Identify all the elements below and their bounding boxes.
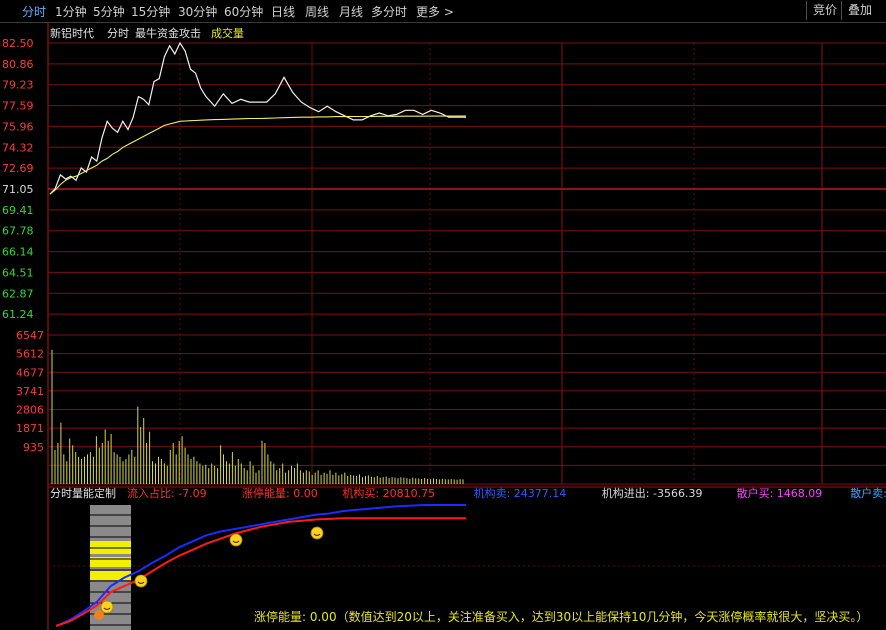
price-tick-label: 66.14 <box>2 246 34 259</box>
stock-name: 新铝时代 <box>50 27 94 40</box>
price-tick-label: 67.78 <box>2 225 34 238</box>
price-tick-label: 64.51 <box>2 266 34 279</box>
smiley-icon <box>134 574 148 588</box>
indicator-title: 分时量能定制 <box>50 486 116 500</box>
price-tick-label: 69.41 <box>2 204 34 217</box>
price-tick-label: 82.50 <box>2 37 34 50</box>
price-tick-label: 72.69 <box>2 162 34 175</box>
volume-tick-label: 1871 <box>16 422 44 435</box>
volume-tick-label: 3741 <box>16 385 44 398</box>
indicator-name: 最牛资金攻击 <box>135 27 201 40</box>
price-tick-label: 79.23 <box>2 79 34 92</box>
indicator-value: 涨停能量: 0.00 <box>242 486 318 500</box>
price-tick-label: 77.59 <box>2 100 34 113</box>
marker-icon <box>94 610 104 620</box>
indicator-value: 机构进出: -3566.39 <box>602 486 703 500</box>
price-tick-label: 75.96 <box>2 120 34 133</box>
price-tick-label: 80.86 <box>2 58 34 71</box>
mode-label: 分时 <box>107 27 129 40</box>
limit-up-energy-note: 涨停能量: 0.00（数值达到20以上，关注准备买入，达到30以上能保持10几分… <box>254 610 869 624</box>
volume-tick-label: 2806 <box>16 404 44 417</box>
price-tick-label: 61.24 <box>2 308 34 321</box>
indicator-value: 流入占比: -7.09 <box>127 486 207 500</box>
price-tick-label: 62.87 <box>2 287 34 300</box>
indicator-value: 散户买: 1468.09 <box>737 486 823 500</box>
volume-tick-label: 4677 <box>16 366 44 379</box>
intraday-chart[interactable]: 82.50 80.86 79.23 77.59 75.96 74.32 72.69 71.05… <box>0 0 886 630</box>
volume-tick-label: 935 <box>23 441 44 454</box>
smiley-icon <box>100 600 114 614</box>
smiley-icon <box>229 533 243 547</box>
smiley-icon <box>310 526 324 540</box>
volume-tick-label: 5612 <box>16 348 44 361</box>
indicator-value: 机构买: 20810.75 <box>342 486 435 500</box>
volume-tick-label: 6547 <box>16 329 44 342</box>
volume-label: 成交量 <box>211 27 244 40</box>
indicator-value: 散户卖: 1673.73 <box>850 486 886 500</box>
price-tick-label: 74.32 <box>2 141 34 154</box>
indicator-value: 机构卖: 24377.14 <box>474 486 567 500</box>
price-tick-label: 71.05 <box>2 183 34 196</box>
indicator-bar-yellow <box>90 571 131 580</box>
